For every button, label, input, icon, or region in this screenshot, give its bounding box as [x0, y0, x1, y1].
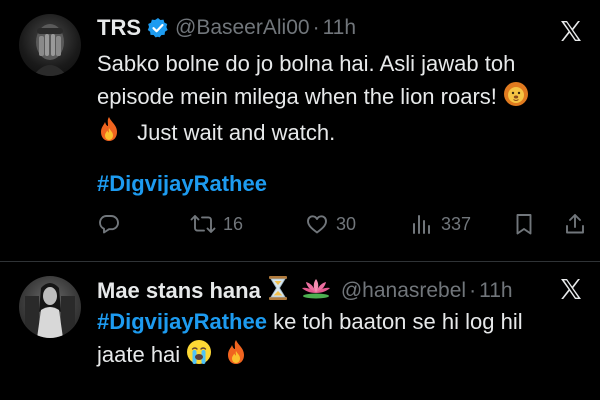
like-count: 30	[336, 213, 357, 234]
loudly-crying-face-icon	[186, 339, 212, 374]
tweet-text-segment: Just wait and watch.	[137, 119, 336, 145]
reply-button[interactable]	[97, 212, 128, 236]
tweet-text-segment: ke toh baaton se hi log hil	[266, 309, 523, 334]
share-button[interactable]	[563, 212, 587, 236]
fire-icon	[224, 339, 248, 374]
tweet-header: Mae stans hana @hanasrebel · 11h	[97, 275, 513, 306]
retweet-icon	[190, 212, 216, 236]
user-handle[interactable]: @BaseerAli00	[175, 16, 310, 40]
hourglass-icon	[267, 275, 289, 306]
user-handle[interactable]: @hanasrebel	[341, 279, 466, 303]
timestamp[interactable]: 11h	[479, 279, 512, 303]
retweet-button[interactable]: 16	[190, 212, 243, 236]
tweet-text-line: jaate hai	[97, 338, 577, 374]
x-logo-icon	[559, 19, 583, 43]
display-name[interactable]: TRS	[97, 15, 141, 41]
lotus-icon	[301, 276, 331, 305]
verified-badge-icon	[147, 17, 169, 39]
bookmark-button[interactable]	[512, 212, 536, 236]
tweet-text: #DigvijayRathee ke toh baaton se hi log …	[97, 305, 577, 374]
separator-dot: ·	[469, 278, 477, 302]
timestamp[interactable]: 11h	[323, 16, 356, 40]
retweet-count: 16	[223, 213, 244, 234]
views-button[interactable]: 337	[410, 212, 471, 236]
tweet-1[interactable]: TRS @BaseerAli00 · 11h Sabko bolne do jo…	[0, 0, 600, 262]
display-name[interactable]: Mae stans hana	[97, 278, 261, 304]
bookmark-icon	[512, 212, 536, 236]
share-icon	[563, 212, 587, 236]
tweet-actions: 16 30 337	[97, 210, 587, 240]
views-count: 337	[441, 213, 472, 234]
tweet-text-line: Sabko bolne do jo bolna hai. Asli jawab …	[97, 51, 516, 76]
tweet-text-line: episode mein milega when the lion roars!	[97, 80, 577, 116]
hashtag-link[interactable]: #DigvijayRathee	[97, 309, 267, 334]
tweet-text-segment: episode mein milega when the lion roars!	[97, 84, 497, 109]
lion-face-icon	[503, 81, 529, 116]
separator-dot: ·	[312, 16, 320, 39]
x-logo-icon	[559, 277, 583, 301]
avatar[interactable]	[19, 14, 81, 76]
like-button[interactable]: 30	[305, 212, 356, 236]
tweet-text-line: #DigvijayRathee ke toh baaton se hi log …	[97, 305, 577, 338]
fire-icon	[97, 116, 121, 151]
tweet-text-line: Just wait and watch.	[97, 116, 577, 152]
heart-icon	[305, 212, 329, 236]
tweet-text: Sabko bolne do jo bolna hai. Asli jawab …	[97, 47, 577, 151]
avatar[interactable]	[19, 276, 81, 338]
reply-icon	[97, 212, 121, 236]
hashtag-link[interactable]: #DigvijayRathee	[97, 171, 267, 196]
tweet-text-segment: jaate hai	[97, 342, 181, 367]
tweet-header: TRS @BaseerAli00 · 11h	[97, 15, 356, 41]
hashtag-line: #DigvijayRathee	[97, 171, 267, 197]
views-icon	[410, 212, 434, 236]
